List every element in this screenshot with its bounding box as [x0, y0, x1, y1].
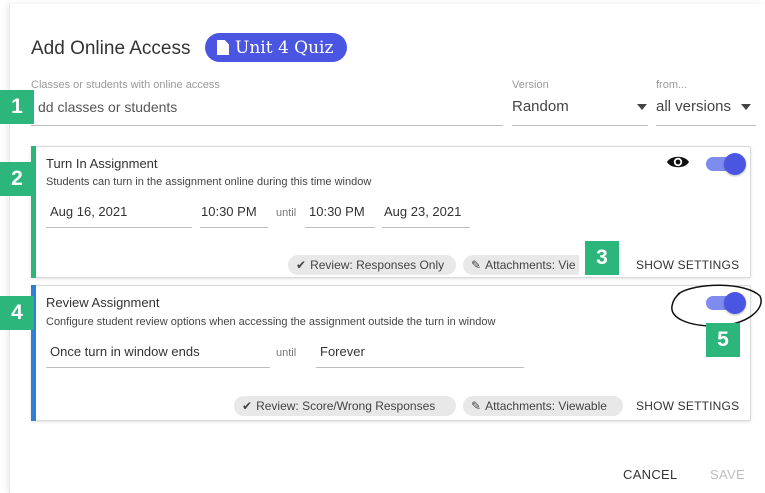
save-button[interactable]: SAVE — [710, 467, 745, 482]
turn-in-toggle[interactable] — [706, 153, 746, 175]
review-until-label: until — [276, 347, 297, 359]
review-attachments-chip[interactable]: ✎ Attachments: Viewable — [463, 396, 623, 416]
review-title: Review Assignment — [46, 295, 160, 310]
review-start-underline — [46, 367, 270, 368]
from-select[interactable]: all versions — [656, 98, 731, 115]
review-chip[interactable]: ✔ Review: Responses Only — [288, 255, 456, 275]
version-label: Version — [512, 79, 549, 91]
turn-in-end-time[interactable]: 10:30 PM — [309, 204, 365, 219]
version-dropdown-icon[interactable] — [637, 104, 647, 110]
cancel-button[interactable]: CANCEL — [623, 467, 678, 482]
review-chip-label: Review: Responses Only — [310, 258, 445, 272]
check-icon: ✔ — [296, 258, 307, 272]
paperclip-icon: ✎ — [471, 258, 482, 272]
paperclip-icon: ✎ — [471, 399, 482, 413]
end-time-underline — [305, 227, 375, 228]
step-badge-3: 3 — [585, 241, 619, 275]
access-label: Classes or students with online access — [31, 79, 220, 91]
dialog-title: Add Online Access — [31, 38, 191, 59]
assignment-pill: Unit 4 Quiz — [205, 33, 348, 62]
version-underline — [512, 125, 648, 126]
version-select[interactable]: Random — [512, 98, 569, 115]
start-date-underline — [46, 227, 192, 228]
turn-in-title: Turn In Assignment — [46, 156, 158, 171]
from-underline — [656, 125, 756, 126]
from-label: from... — [656, 79, 688, 91]
turn-in-start-date[interactable]: Aug 16, 2021 — [50, 204, 127, 219]
turn-in-end-date[interactable]: Aug 23, 2021 — [384, 204, 461, 219]
step-badge-4: 4 — [0, 296, 34, 330]
turn-in-start-time[interactable]: 10:30 PM — [201, 204, 257, 219]
step-badge-1: 1 — [0, 90, 34, 124]
turn-in-description: Students can turn in the assignment onli… — [46, 176, 372, 188]
access-input-underline — [31, 125, 503, 126]
review-end-underline — [316, 367, 524, 368]
start-time-underline — [200, 227, 268, 228]
review-score-chip[interactable]: ✔ Review: Score/Wrong Responses — [234, 396, 456, 416]
attachments-chip[interactable]: ✎ Attachments: Vie — [463, 255, 579, 275]
turn-in-toggle-knob — [724, 153, 746, 175]
step-badge-2: 2 — [0, 162, 34, 196]
until-label: until — [276, 207, 297, 219]
review-description: Configure student review options when ac… — [46, 316, 496, 328]
check-icon: ✔ — [242, 399, 253, 413]
review-score-chip-label: Review: Score/Wrong Responses — [256, 399, 436, 413]
eye-icon[interactable] — [666, 154, 690, 170]
from-dropdown-icon[interactable] — [741, 104, 751, 110]
review-start-field[interactable]: Once turn in window ends — [50, 344, 200, 359]
assignment-pill-label: Unit 4 Quiz — [235, 37, 334, 58]
turn-in-show-settings-button[interactable]: SHOW SETTINGS — [636, 258, 739, 272]
add-classes-input[interactable]: dd classes or students — [38, 99, 177, 115]
document-icon — [217, 40, 229, 55]
review-show-settings-button[interactable]: SHOW SETTINGS — [636, 399, 739, 413]
step-badge-5: 5 — [706, 323, 740, 357]
attachments-chip-label: Attachments: Vie — [485, 258, 576, 272]
review-attachments-chip-label: Attachments: Viewable — [485, 399, 607, 413]
end-date-underline — [382, 227, 470, 228]
review-end-field[interactable]: Forever — [320, 344, 365, 359]
